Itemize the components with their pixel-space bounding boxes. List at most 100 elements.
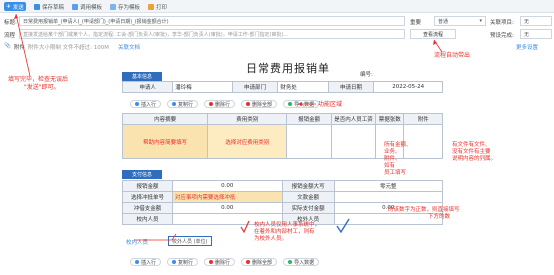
summary-cell[interactable]: 帮助内容简要填写	[121, 124, 209, 159]
offset-select[interactable]: 对应事项内需要选择冲抵	[171, 191, 283, 203]
offset-label: 选择冲抵单号	[122, 191, 173, 203]
payee-note: 校内人员仅用人事系统中， 在着外和内部材工，则有 为校外人员。	[254, 222, 320, 243]
delete-all-button-2[interactable]: 删除全部	[241, 258, 278, 266]
date-label: 申请日期	[327, 81, 375, 93]
basic-info-table: 申请人 潘玲梅 申请部门 财务处 申请日期 2022-05-24	[121, 81, 443, 93]
internal-label: 校内人员	[122, 213, 173, 225]
import-button-2[interactable]: 导入数据	[283, 258, 320, 266]
section-basic: 基本信息	[122, 72, 162, 81]
amount-cell[interactable]	[286, 124, 332, 159]
payee-row-actions: 插入行 复制行 删除行 删除全部 导入数据	[130, 258, 320, 266]
importance-select[interactable]: 普通 ▾	[434, 16, 486, 26]
insert-row-button-2[interactable]: 插入行	[130, 258, 162, 266]
internal-salary-cell[interactable]	[330, 124, 377, 159]
category-cell[interactable]: 选择对应费用类别	[207, 124, 288, 159]
related-project-label: 关联项目:	[490, 20, 514, 26]
applicant-label: 申请人	[121, 81, 174, 93]
send-tip-line2: "发送"即可。	[24, 84, 60, 91]
flow-arrow	[433, 39, 443, 53]
delete-all-button[interactable]: 删除全部	[241, 100, 278, 108]
copy-row-button[interactable]: 复制行	[167, 100, 199, 108]
auto-note: 的该数字为正数，则直接填写 下方的数	[388, 207, 460, 221]
related-project-select[interactable]: 无	[520, 16, 552, 26]
total-value: 0.00	[171, 180, 283, 192]
fill-note-4: 如有	[384, 163, 396, 169]
net-amount-label: 冲借支金额	[122, 202, 173, 214]
func-arrow	[298, 102, 316, 106]
related-doc-link[interactable]: 关联文档	[118, 43, 140, 51]
insert-row-button[interactable]: 插入行	[130, 100, 162, 108]
plus-icon	[135, 102, 139, 106]
match-tip: 对应事项内需要选择冲抵	[174, 195, 236, 201]
auto-note-2: 下方的数	[428, 214, 451, 220]
header-attachment: 附件	[403, 113, 443, 125]
delete-all-icon	[246, 102, 251, 106]
copy-icon	[172, 102, 177, 106]
payee-note-2: 在着外和内部材工，则有	[254, 229, 315, 235]
use-template-button[interactable]: 调用模板	[72, 2, 102, 11]
header-receipts: 票据张数	[375, 113, 405, 125]
save-draft-button[interactable]: 保存草稿	[34, 2, 64, 11]
send-arrow	[14, 13, 31, 77]
total-caps-value: 零元整	[333, 180, 444, 192]
fill-note-2: 业务、	[384, 149, 401, 155]
date-value[interactable]: 2022-05-24	[373, 81, 443, 93]
chevron-down-icon: ▾	[479, 18, 482, 24]
header-category: 费用类别	[207, 113, 288, 125]
copy-icon	[172, 260, 177, 264]
func-area-tip: 功能区域	[318, 101, 343, 108]
import-icon	[288, 260, 293, 264]
import-icon	[288, 102, 293, 106]
title-input[interactable]: 日常费用报销单_(申请人)_(申请部门)_(申请日期)_(报销金额合计)	[19, 16, 405, 26]
header-internal-salary: 是否内人员工资	[330, 113, 377, 125]
delete-row-button[interactable]: 删除行	[204, 100, 236, 108]
send-icon: ✈	[6, 3, 11, 10]
blue-check-icon	[336, 218, 350, 234]
print-button[interactable]: 打印	[148, 2, 167, 11]
deadline-select[interactable]: 无	[520, 29, 552, 39]
total-caps-label: 报销金额大写	[281, 180, 335, 192]
header-summary: 内容摘要	[121, 113, 209, 125]
save-template-icon	[110, 3, 116, 10]
more-settings-link[interactable]: 更多设置	[516, 43, 538, 51]
attach-note-3: 说明内容的列属。	[452, 156, 497, 162]
net-amount-value: 0.00	[171, 202, 283, 214]
copy-row-button-2[interactable]: 复制行	[167, 258, 199, 266]
dept-value[interactable]: 财务处	[277, 81, 329, 93]
dept-label: 申请部门	[231, 81, 279, 93]
attach-note-1: 有文件有文件、	[452, 142, 491, 148]
deadline-label: 预设完成:	[490, 33, 514, 39]
payee-note-1: 校内人员仅用人事系统中，	[254, 222, 321, 228]
attach-note-2: 没有文件有主要	[452, 149, 491, 155]
send-button[interactable]: ✈ 发送	[4, 2, 26, 11]
doc-amount-value[interactable]	[333, 191, 444, 203]
number-label: 编号:	[360, 72, 373, 78]
save-icon	[34, 3, 40, 10]
delete-icon	[209, 102, 214, 106]
doc-title: 日常费用报销单	[246, 62, 330, 75]
delete-all-icon	[246, 260, 251, 264]
header-amount: 报销金额	[286, 113, 332, 125]
fill-note-3: 附件、	[384, 156, 401, 162]
tab-underline	[134, 233, 177, 241]
select-tip: 选择对应费用类别	[225, 139, 270, 146]
print-icon	[148, 3, 154, 10]
help-tip: 帮助内容简要填写	[143, 139, 188, 146]
save-template-button[interactable]: 存为模板	[110, 2, 140, 11]
attach-note: 有文件有文件、 没有文件有主要 说明内容的列属。	[452, 142, 496, 163]
delete-icon	[209, 260, 214, 264]
template-icon	[72, 3, 78, 10]
fill-note: 所有金额、 业务、 附件、 如有 员工填写	[384, 142, 412, 177]
applicant-value[interactable]: 潘玲梅	[172, 81, 233, 93]
flow-input[interactable]: 直接发送给某个部门或某个人，指定流程: 工会-部门负责人(审批)，李华-部门负责…	[19, 29, 405, 39]
fill-note-1: 所有金额、	[384, 142, 412, 148]
plus-icon	[135, 260, 139, 264]
payee-note-3: 为校外人员。	[254, 236, 288, 242]
actual-label: 实际支付金额	[281, 202, 335, 214]
delete-row-button-2[interactable]: 删除行	[204, 258, 236, 266]
section-payment: 支付信息	[122, 170, 162, 179]
attach-hint: 附件大小限制 文件不超过: 100M	[27, 45, 109, 51]
doc-amount-label: 文款金额	[281, 191, 335, 203]
auto-note-1: 的该数字为正数，则直接填写	[388, 207, 460, 213]
fill-note-5: 员工填写	[384, 170, 407, 176]
